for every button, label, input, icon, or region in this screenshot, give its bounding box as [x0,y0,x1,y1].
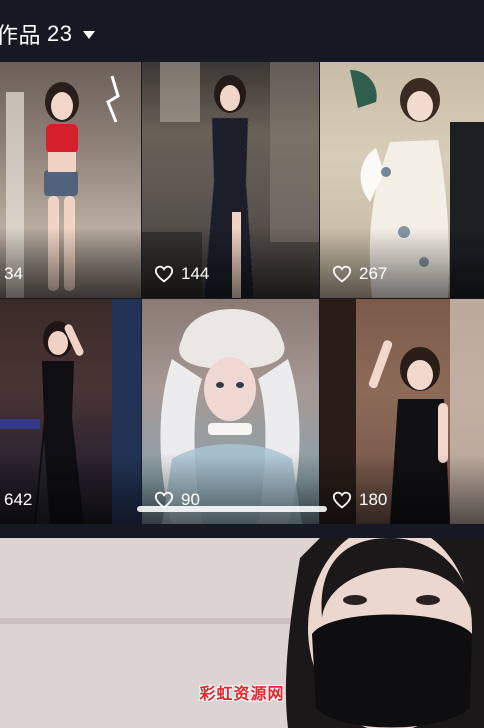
tile-shade [0,454,141,524]
works-tab-label: 作品 [0,23,42,48]
profile-works-page: 作品 23 34 144 267 642 90 180 彩虹资源网 [0,0,484,728]
video-tile[interactable]: 180 [320,299,484,524]
like-count: 642 [4,490,32,510]
tile-shade [320,454,484,524]
like-count-value: 267 [359,264,388,283]
video-tile[interactable]: 267 [320,62,484,298]
caret-down-icon [82,31,95,39]
video-tile[interactable]: 144 [142,62,319,298]
works-header: 作品 23 [0,0,484,62]
video-tile[interactable]: 90 [142,299,319,524]
like-count: 267 [332,264,387,284]
video-grid: 34 144 267 642 90 180 [0,62,484,524]
horizontal-scrollbar[interactable] [137,506,327,512]
like-count: 180 [332,490,387,510]
tile-shade [0,228,141,298]
like-count: 34 [4,264,23,284]
heart-icon [332,491,352,509]
works-count: 23 [47,21,73,46]
video-tile[interactable]: 642 [0,299,141,524]
like-count-value: 642 [4,490,33,509]
like-count: 144 [154,264,209,284]
works-tab[interactable]: 作品 23 [0,18,95,50]
heart-icon [154,265,174,283]
watermark: 彩虹资源网 [199,684,285,703]
video-tile[interactable]: 34 [0,62,141,298]
tile-shade [142,228,319,298]
heart-icon [332,265,352,283]
like-count-value: 34 [4,264,23,283]
tile-shade [320,228,484,298]
like-count-value: 180 [359,490,388,509]
section-divider [0,524,484,538]
like-count-value: 144 [181,264,210,283]
tile-shade [142,454,319,524]
